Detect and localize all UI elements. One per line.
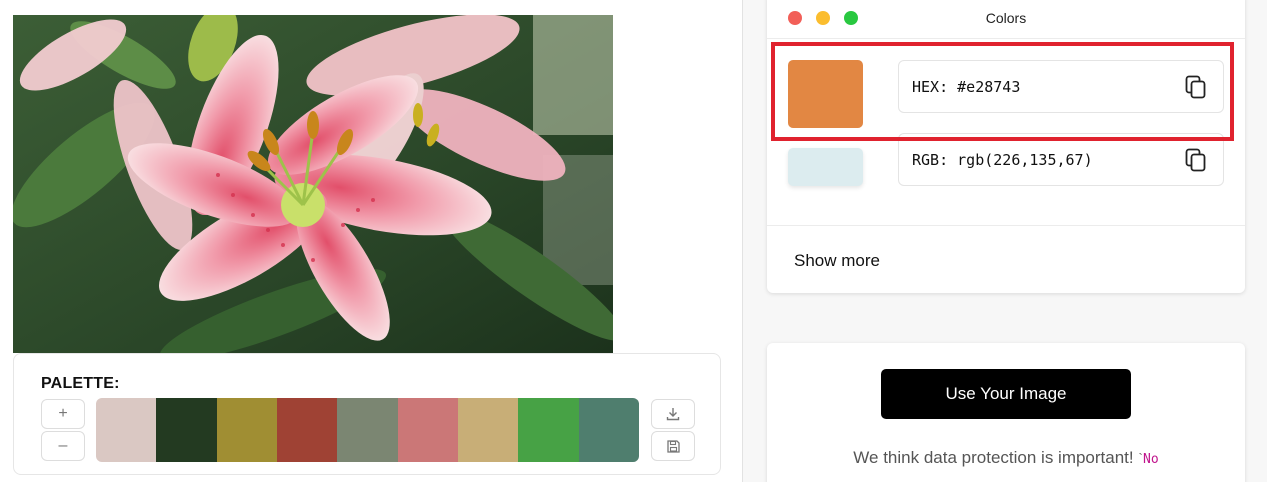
palette-swatch[interactable] bbox=[156, 398, 217, 462]
privacy-text: We think data protection is important! bbox=[853, 448, 1139, 467]
left-pane: PALETTE: + – bbox=[0, 0, 742, 482]
palette-title: PALETTE: bbox=[41, 375, 120, 392]
palette-swatch[interactable] bbox=[337, 398, 398, 462]
palette-swatches bbox=[96, 398, 639, 462]
copy-icon[interactable] bbox=[1185, 148, 1207, 172]
remove-color-button[interactable]: – bbox=[41, 431, 85, 461]
window-title: Colors bbox=[985, 10, 1027, 26]
title-divider bbox=[767, 38, 1245, 39]
palette-swatch[interactable] bbox=[216, 398, 277, 462]
privacy-notice: We think data protection is important! `… bbox=[767, 448, 1245, 468]
add-color-button[interactable]: + bbox=[41, 399, 85, 429]
highlight-box bbox=[771, 42, 1234, 141]
save-icon bbox=[666, 439, 680, 453]
use-your-image-button[interactable]: Use Your Image bbox=[881, 369, 1131, 419]
minus-icon: – bbox=[58, 437, 68, 454]
rgb-value-text: RGB: rgb(226,135,67) bbox=[912, 150, 1093, 169]
palette-swatch[interactable] bbox=[397, 398, 458, 462]
download-palette-button[interactable] bbox=[651, 399, 695, 429]
source-image bbox=[13, 15, 613, 353]
palette-swatch[interactable] bbox=[276, 398, 338, 462]
palette-swatch[interactable] bbox=[457, 398, 519, 462]
show-more-divider bbox=[767, 225, 1245, 226]
plus-icon: + bbox=[58, 405, 68, 422]
secondary-color-chip bbox=[788, 148, 863, 186]
palette-swatch[interactable] bbox=[96, 398, 157, 462]
download-icon bbox=[666, 408, 680, 421]
privacy-code: No bbox=[1143, 452, 1159, 467]
show-more-link[interactable]: Show more bbox=[794, 251, 880, 271]
palette-panel: PALETTE: + – bbox=[13, 353, 721, 475]
palette-swatch[interactable] bbox=[518, 398, 579, 462]
upload-panel: Use Your Image We think data protection … bbox=[767, 343, 1245, 482]
save-palette-button[interactable] bbox=[651, 431, 695, 461]
palette-swatch[interactable] bbox=[578, 398, 639, 462]
